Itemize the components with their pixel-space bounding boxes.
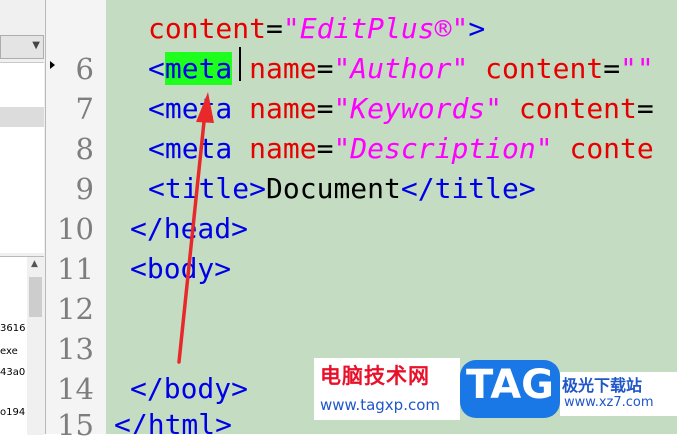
line-number: 14 bbox=[57, 372, 94, 406]
code-attribute: content bbox=[485, 52, 604, 85]
code-line-14[interactable]: </body> bbox=[130, 369, 248, 409]
code-text: Document bbox=[266, 172, 401, 205]
watermark-title: 电脑技术网 bbox=[320, 364, 430, 388]
file-list-item[interactable]: 43a0 bbox=[0, 367, 27, 378]
code-line-5[interactable]: content="EditPlus®"> bbox=[148, 9, 485, 49]
directory-tree-selected-item[interactable] bbox=[0, 107, 44, 127]
code-line-10[interactable]: </head> bbox=[130, 209, 248, 249]
tag-logo-text: TAG bbox=[466, 362, 554, 408]
scrollbar-thumb[interactable] bbox=[29, 277, 42, 317]
code-attribute: content bbox=[518, 92, 637, 125]
code-equals: = bbox=[603, 52, 621, 85]
line-number-gutter: 6 7 8 9 10 11 12 13 14 15 bbox=[46, 0, 106, 442]
code-tag-bracket: < bbox=[148, 92, 165, 125]
code-tag-bracket: > bbox=[468, 12, 486, 45]
scroll-up-arrow-icon[interactable]: ▲ bbox=[31, 259, 38, 269]
line-number: 7 bbox=[75, 92, 94, 126]
watermark-site-domain: www.xz7.com bbox=[564, 395, 654, 410]
code-line-9[interactable]: <title>Document</title> bbox=[148, 169, 536, 209]
tag-logo: TAG bbox=[460, 360, 560, 418]
file-list-item[interactable]: exe bbox=[0, 346, 27, 357]
directory-dropdown[interactable]: ▼ bbox=[0, 35, 44, 59]
code-attribute: content bbox=[148, 12, 267, 45]
file-list-item[interactable]: o194 bbox=[0, 407, 27, 418]
code-attribute: name bbox=[249, 92, 317, 125]
line-number: 11 bbox=[57, 252, 94, 286]
code-value: "EditPlus®" bbox=[282, 12, 469, 45]
chevron-down-icon[interactable]: ▼ bbox=[32, 40, 40, 51]
line-number: 9 bbox=[75, 172, 94, 206]
code-tag-bracket: < bbox=[148, 52, 165, 85]
line-number: 8 bbox=[75, 132, 94, 166]
code-value: "Description" bbox=[333, 132, 553, 165]
watermark-site-name: 极光下载站 bbox=[562, 376, 643, 395]
code-equals: = bbox=[636, 92, 654, 125]
code-equals: = bbox=[316, 52, 334, 85]
code-line-8[interactable]: <meta name="Description" conte bbox=[148, 129, 654, 169]
code-line-15[interactable]: </html> bbox=[114, 405, 232, 434]
code-line-6[interactable]: <meta name="Author" content="" bbox=[148, 49, 654, 89]
code-value: "Keywords" bbox=[333, 92, 503, 125]
highlighted-meta-tag[interactable]: meta bbox=[164, 52, 233, 85]
watermark-url: www.tagxp.com bbox=[320, 396, 440, 414]
code-equals: = bbox=[266, 12, 283, 45]
watermark-site-block: 极光下载站 www.xz7.com bbox=[560, 372, 677, 416]
watermark: 电脑技术网 www.tagxp.com TAG 极光下载站 www.xz7.co… bbox=[314, 358, 677, 420]
line-number: 15 bbox=[57, 408, 94, 442]
directory-tree[interactable] bbox=[0, 62, 44, 253]
code-line-7[interactable]: <meta name="Keywords" content= bbox=[148, 89, 654, 129]
file-panel: ▼ 3616 exe 43a0 o194 ▲ bbox=[0, 0, 46, 435]
code-tag-bracket: < bbox=[148, 132, 165, 165]
code-attribute: conte bbox=[569, 132, 654, 165]
line-number: 6 bbox=[75, 52, 94, 86]
code-attribute: name bbox=[249, 52, 317, 85]
code-equals: = bbox=[316, 132, 334, 165]
code-equals: = bbox=[316, 92, 334, 125]
file-list-item[interactable]: 3616 bbox=[0, 323, 27, 334]
code-tag-open: <title> bbox=[148, 172, 267, 205]
code-tag-name: meta bbox=[164, 132, 233, 165]
code-value: "Author" bbox=[333, 52, 469, 85]
code-attribute: name bbox=[249, 132, 317, 165]
line-number: 10 bbox=[57, 212, 94, 246]
file-list-scrollbar[interactable]: ▲ bbox=[27, 257, 44, 435]
code-value: "" bbox=[620, 52, 654, 85]
line-number: 12 bbox=[57, 292, 94, 326]
code-tag-close: </title> bbox=[400, 172, 536, 205]
code-line-11[interactable]: <body> bbox=[130, 249, 231, 289]
line-number: 13 bbox=[57, 332, 94, 366]
code-tag-name: meta bbox=[164, 92, 233, 125]
watermark-text-block: 电脑技术网 www.tagxp.com bbox=[314, 358, 460, 420]
file-list[interactable]: 3616 exe 43a0 o194 ▲ bbox=[0, 256, 44, 435]
text-cursor bbox=[239, 47, 241, 81]
